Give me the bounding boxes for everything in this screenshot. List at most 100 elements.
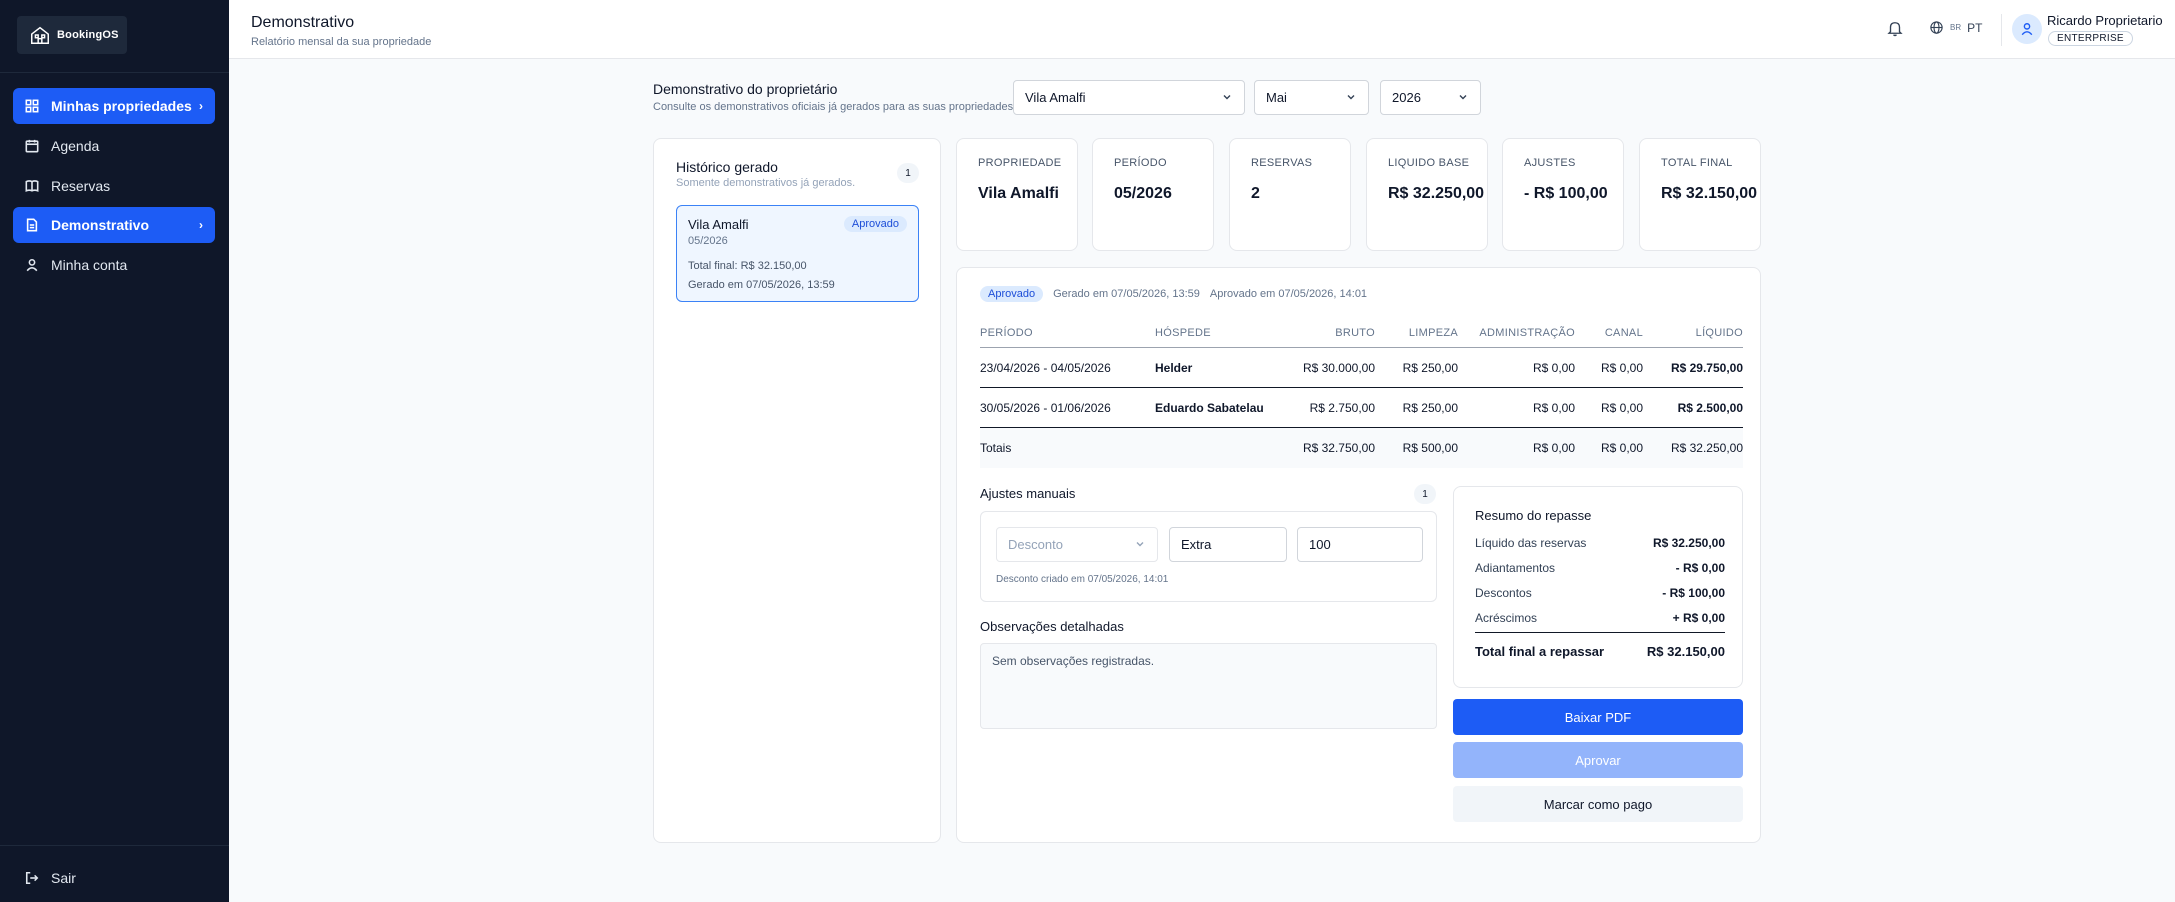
kpi-value: R$ 32.150,00: [1661, 185, 1758, 202]
cell-canal: R$ 0,00: [1600, 360, 1643, 375]
total-liquido: R$ 32.250,00: [1670, 441, 1743, 455]
language-switcher[interactable]: BR PT: [1929, 20, 1982, 35]
kpi-card-periodo: PERÍODO 05/2026: [1092, 138, 1214, 251]
adjustments-count: 1: [1414, 484, 1436, 504]
column-header-period: PERÍODO: [980, 326, 1033, 339]
kpi-value: Vila Amalfi: [978, 185, 1059, 202]
kpi-card-propriedade: PROPRIEDADE Vila Amalfi: [956, 138, 1078, 251]
summary-total: Total final a repassar R$ 32.150,00: [1475, 644, 1725, 659]
column-header-admin: ADMINISTRAÇÃO: [1479, 326, 1575, 339]
column-header-limpeza: LIMPEZA: [1408, 326, 1458, 339]
avatar[interactable]: [2012, 14, 2042, 44]
generated-at: Gerado em 07/05/2026, 13:59: [1053, 288, 1200, 300]
sidebar-item-label: Minhas propriedades: [51, 98, 192, 114]
summary-row: Líquido das reservas R$ 32.250,00: [1475, 536, 1725, 552]
cell-liquido: R$ 29.750,00: [1670, 360, 1743, 375]
year-select[interactable]: 2026: [1380, 80, 1481, 115]
adjustment-amount-input[interactable]: [1297, 527, 1423, 562]
summary-row: Adiantamentos - R$ 0,00: [1475, 561, 1725, 577]
kpi-label: PERÍODO: [1114, 157, 1167, 169]
cell-period: 23/04/2026 - 04/05/2026: [980, 360, 1111, 375]
status-badge: Aprovado: [843, 216, 907, 232]
sidebar-item-demonstrativo[interactable]: Demonstrativo ›: [13, 207, 215, 243]
topbar: Demonstrativo Relatório mensal da sua pr…: [229, 0, 2175, 59]
table-row: 23/04/2026 - 04/05/2026 Helder R$ 30.000…: [980, 348, 1743, 388]
chevron-right-icon: ›: [199, 218, 203, 232]
total-admin: R$ 0,00: [1532, 441, 1575, 455]
summary-label: Descontos: [1475, 586, 1532, 600]
summary-value: + R$ 0,00: [1672, 611, 1725, 625]
statement-detail: Aprovado Gerado em 07/05/2026, 13:59 Apr…: [956, 267, 1761, 843]
page-title: Demonstrativo: [251, 14, 355, 31]
cell-canal: R$ 0,00: [1600, 400, 1643, 415]
adjustments-title: Ajustes manuais: [980, 486, 1076, 501]
logout-icon: [25, 871, 39, 885]
sidebar-item-label: Reservas: [51, 178, 111, 194]
kpi-label: TOTAL FINAL: [1661, 157, 1733, 169]
cell-guest: Eduardo Sabatelau: [1155, 400, 1264, 415]
document-icon: [25, 218, 39, 232]
observations-title: Observações detalhadas: [980, 619, 1124, 634]
user-name: Ricardo Proprietario: [2047, 13, 2163, 28]
history-item[interactable]: Vila Amalfi 05/2026 Aprovado Total final…: [676, 205, 919, 302]
column-header-guest: HÓSPEDE: [1155, 326, 1211, 339]
globe-icon: [1930, 21, 1943, 34]
reservations-table: PERÍODO HÓSPEDE BRUTO LIMPEZA ADMINISTRA…: [980, 318, 1743, 468]
kpi-value: 05/2026: [1114, 185, 1172, 202]
app-logo[interactable]: BookingOS: [17, 16, 127, 54]
kpi-card-ajustes: AJUSTES - R$ 100,00: [1502, 138, 1624, 251]
property-select[interactable]: Vila Amalfi: [1013, 80, 1245, 115]
kpi-value: 2: [1251, 185, 1260, 202]
kpi-card-reservas: RESERVAS 2: [1229, 138, 1351, 251]
column-header-liquido: LÍQUIDO: [1695, 326, 1743, 339]
adjustment-type-select[interactable]: Desconto: [996, 527, 1158, 562]
kpi-label: PROPRIEDADE: [978, 157, 1062, 169]
kpi-card-total-final: TOTAL FINAL R$ 32.150,00: [1639, 138, 1761, 251]
kpi-card-liquido-base: LIQUIDO BASE R$ 32.250,00: [1366, 138, 1488, 251]
topbar-divider: [2001, 14, 2002, 46]
chevron-down-icon: [1347, 95, 1355, 100]
user-icon: [25, 258, 39, 272]
summary-row: Descontos - R$ 100,00: [1475, 586, 1725, 602]
mark-paid-button[interactable]: Marcar como pago: [1453, 786, 1743, 822]
total-limpeza: R$ 500,00: [1402, 441, 1458, 455]
cell-bruto: R$ 2.750,00: [1309, 400, 1375, 415]
summary-value: R$ 32.250,00: [1652, 536, 1725, 550]
user-icon: [2021, 23, 2033, 36]
language-label: PT: [1967, 20, 1983, 35]
history-item-period: 05/2026: [688, 235, 728, 247]
summary-title: Resumo do repasse: [1475, 508, 1592, 523]
sidebar: BookingOS Minhas propriedades › Agenda R…: [0, 0, 229, 902]
column-header-bruto: BRUTO: [1335, 326, 1375, 339]
column-header-canal: CANAL: [1604, 326, 1643, 339]
sidebar-item-agenda[interactable]: Agenda: [13, 128, 215, 164]
chevron-down-icon: [1223, 95, 1231, 100]
bell-icon[interactable]: [1886, 19, 1904, 37]
book-icon: [25, 179, 39, 193]
history-item-total: Total final: R$ 32.150,00: [688, 260, 807, 272]
sidebar-item-label: Agenda: [51, 138, 100, 154]
calendar-icon: [25, 139, 39, 153]
property-select-value: Vila Amalfi: [1025, 90, 1086, 105]
language-flag: BR: [1950, 23, 1962, 32]
sidebar-item-minha-conta[interactable]: Minha conta: [13, 247, 215, 283]
summary-row: Acréscimos + R$ 0,00: [1475, 611, 1725, 627]
cell-admin: R$ 0,00: [1532, 360, 1575, 375]
kpi-label: AJUSTES: [1524, 157, 1576, 169]
chevron-right-icon: ›: [199, 99, 203, 113]
sidebar-item-label: Demonstrativo: [51, 217, 150, 233]
sidebar-item-reservas[interactable]: Reservas: [13, 168, 215, 204]
adjustment-description-input[interactable]: [1169, 527, 1287, 562]
observations-textarea[interactable]: Sem observações registradas.: [980, 643, 1437, 729]
approve-button[interactable]: Aprovar: [1453, 742, 1743, 778]
history-subtitle: Somente demonstrativos já gerados.: [676, 177, 856, 189]
month-select-value: Mai: [1266, 90, 1287, 105]
download-pdf-button[interactable]: Baixar PDF: [1453, 699, 1743, 735]
sidebar-item-minhas-propriedades[interactable]: Minhas propriedades ›: [13, 88, 215, 124]
month-select[interactable]: Mai: [1254, 80, 1369, 115]
statement-meta: Aprovado Gerado em 07/05/2026, 13:59 Apr…: [980, 286, 1367, 302]
logout-button[interactable]: Sair: [13, 860, 215, 896]
history-panel: Histórico gerado Somente demonstrativos …: [653, 138, 941, 843]
history-count: 1: [897, 163, 919, 183]
summary-label: Acréscimos: [1475, 611, 1538, 625]
